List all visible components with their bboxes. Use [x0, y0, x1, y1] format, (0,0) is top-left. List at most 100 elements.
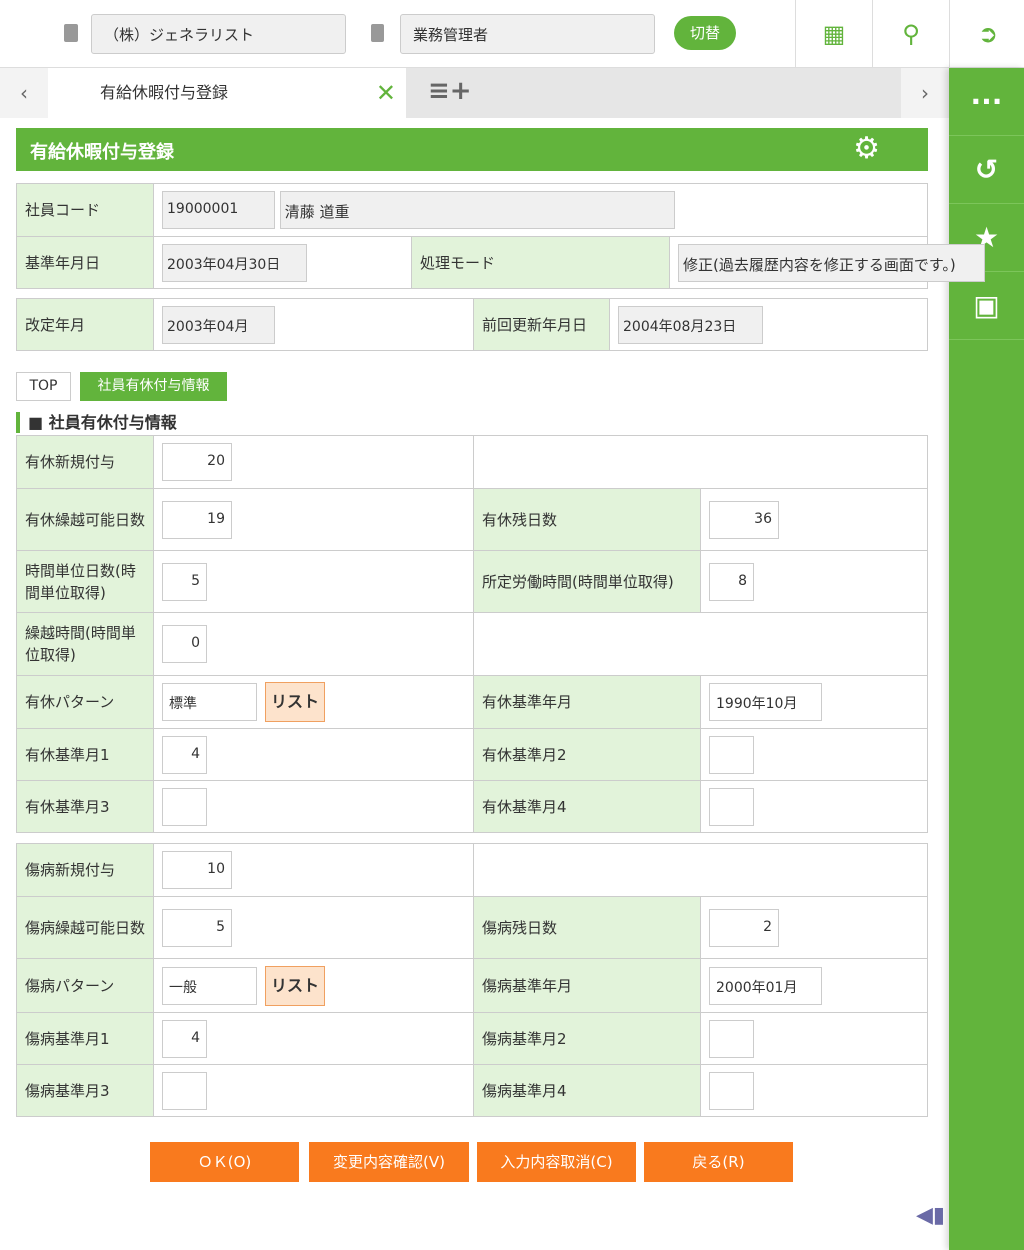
section-title: 社員有休付与情報: [48, 413, 177, 432]
ok-button[interactable]: ＯＫ(O): [150, 1142, 299, 1182]
field-input[interactable]: 36: [709, 500, 779, 539]
field-value-cell: [153, 780, 474, 833]
field-value-cell: 4: [153, 728, 474, 781]
mode-label: 処理モード: [411, 236, 670, 289]
field-input[interactable]: 標準: [162, 683, 257, 721]
empty-cell: [473, 843, 928, 897]
field-value-cell: 一般 リスト: [153, 958, 474, 1013]
revision-label: 改定年月: [16, 298, 154, 351]
table-row: 傷病パターン 一般 リスト 傷病基準年月 2000年01月: [16, 958, 928, 1013]
field-label: 時間単位日数(時間単位取得): [16, 550, 154, 613]
field-value-cell: [700, 728, 928, 781]
field-input[interactable]: 10: [162, 851, 232, 889]
gear-icon[interactable]: ⚙: [853, 132, 880, 166]
history-icon[interactable]: ↺: [949, 136, 1024, 204]
page-title: 有給休暇付与登録: [30, 142, 174, 163]
field-value-cell: 2000年01月: [700, 958, 928, 1013]
back-button[interactable]: 戻る(R): [644, 1142, 793, 1182]
list-button[interactable]: リスト: [265, 682, 325, 722]
emp-code-field: 19000001: [162, 191, 275, 229]
field-value-cell: 4: [153, 1012, 474, 1065]
top-header: （株）ジェネラリスト 業務管理者 切替 ▦ ⚲ ➲: [0, 0, 1024, 68]
table-row: 有休基準月3 有休基準月4: [16, 780, 928, 833]
field-label: 傷病パターン: [16, 958, 154, 1013]
field-input[interactable]: [709, 1071, 754, 1110]
field-label: 傷病基準月4: [473, 1064, 701, 1117]
tab-bar: ‹ 有給休暇付与登録 ✕ ≡+ ›: [0, 68, 949, 118]
field-input[interactable]: 0: [162, 625, 207, 663]
field-value-cell: 10: [153, 843, 474, 897]
empty-cell: [473, 435, 928, 489]
table-row: 繰越時間(時間単位取得) 0: [16, 612, 928, 676]
field-value-cell: [700, 1064, 928, 1117]
field-label: 有休基準月3: [16, 780, 154, 833]
field-value-cell: 2: [700, 896, 928, 959]
field-value-cell: 5: [153, 896, 474, 959]
mode-field: 修正(過去履歴内容を修正する画面です。): [678, 243, 985, 282]
apps-grid-icon[interactable]: ▦: [795, 0, 872, 68]
confirm-changes-button[interactable]: 変更内容確認(V): [309, 1142, 469, 1182]
subtab-paid-leave[interactable]: 社員有休付与情報: [80, 372, 227, 401]
field-input[interactable]: [709, 735, 754, 774]
emp-name-field: 清藤 道重: [279, 191, 675, 229]
table-row: 傷病新規付与 10: [16, 843, 928, 897]
page-title-bar: 有給休暇付与登録 ⚙: [16, 128, 928, 171]
table-row: 傷病基準月3 傷病基準月4: [16, 1064, 928, 1117]
collapse-arrow-icon[interactable]: ◀▮: [916, 1203, 946, 1228]
emp-code-label: 社員コード: [16, 183, 154, 237]
field-input[interactable]: 5: [162, 562, 207, 601]
cancel-input-button[interactable]: 入力内容取消(C): [477, 1142, 636, 1182]
field-value-cell: 19: [153, 488, 474, 551]
field-value-cell: [700, 780, 928, 833]
field-input[interactable]: [709, 787, 754, 826]
field-label: 繰越時間(時間単位取得): [16, 612, 154, 676]
switch-button[interactable]: 切替: [674, 16, 736, 50]
last-update-field: 2004年08月23日: [618, 305, 763, 344]
field-label: 有休繰越可能日数: [16, 488, 154, 551]
close-tab-icon[interactable]: ✕: [376, 68, 396, 118]
field-input[interactable]: 4: [162, 1019, 207, 1058]
field-input[interactable]: [709, 1019, 754, 1058]
tab-label: 有給休暇付与登録: [100, 83, 229, 102]
empty-cell: [473, 612, 928, 676]
field-input[interactable]: [162, 787, 207, 826]
field-input[interactable]: 一般: [162, 966, 257, 1005]
field-input[interactable]: 1990年10月: [709, 683, 822, 721]
field-label: 傷病新規付与: [16, 843, 154, 897]
field-input[interactable]: 8: [709, 562, 754, 601]
list-button[interactable]: リスト: [265, 965, 325, 1006]
role-field[interactable]: 業務管理者: [400, 14, 655, 54]
more-icon[interactable]: ···: [949, 68, 1024, 136]
table-row: 有休基準月1 4 有休基準月2: [16, 728, 928, 781]
table-row: 有休新規付与 20: [16, 435, 928, 489]
table-row: 傷病繰越可能日数 5 傷病残日数 2: [16, 896, 928, 959]
tab-next-icon[interactable]: ›: [901, 68, 949, 118]
tab-active[interactable]: 有給休暇付与登録 ✕: [48, 68, 406, 118]
revision-field: 2003年04月: [162, 305, 275, 344]
field-label: 有休残日数: [473, 488, 701, 551]
field-label: 傷病基準月3: [16, 1064, 154, 1117]
inbox-icon[interactable]: ▣: [949, 272, 1024, 340]
field-label: 有休基準月4: [473, 780, 701, 833]
field-value-cell: 5: [153, 550, 474, 613]
company-field[interactable]: （株）ジェネラリスト: [91, 14, 346, 54]
logout-icon[interactable]: ➲: [949, 0, 1024, 68]
field-input[interactable]: 19: [162, 500, 232, 539]
field-input[interactable]: [162, 1071, 207, 1110]
field-input[interactable]: 5: [162, 908, 232, 947]
field-input[interactable]: 4: [162, 735, 207, 774]
field-value-cell: 1990年10月: [700, 675, 928, 729]
field-input[interactable]: 2: [709, 908, 779, 947]
subtab-top[interactable]: TOP: [16, 372, 71, 401]
field-label: 有休基準月2: [473, 728, 701, 781]
field-input[interactable]: 2000年01月: [709, 966, 822, 1005]
field-value-cell: 36: [700, 488, 928, 551]
search-icon[interactable]: ⚲: [872, 0, 949, 68]
field-label: 所定労働時間(時間単位取得): [473, 550, 701, 613]
tab-prev-icon[interactable]: ‹: [0, 68, 48, 118]
add-tab-icon[interactable]: ≡+: [428, 76, 472, 106]
field-label: 傷病残日数: [473, 896, 701, 959]
field-value-cell: 標準 リスト: [153, 675, 474, 729]
field-input[interactable]: 20: [162, 443, 232, 481]
last-update-label: 前回更新年月日: [473, 298, 610, 351]
